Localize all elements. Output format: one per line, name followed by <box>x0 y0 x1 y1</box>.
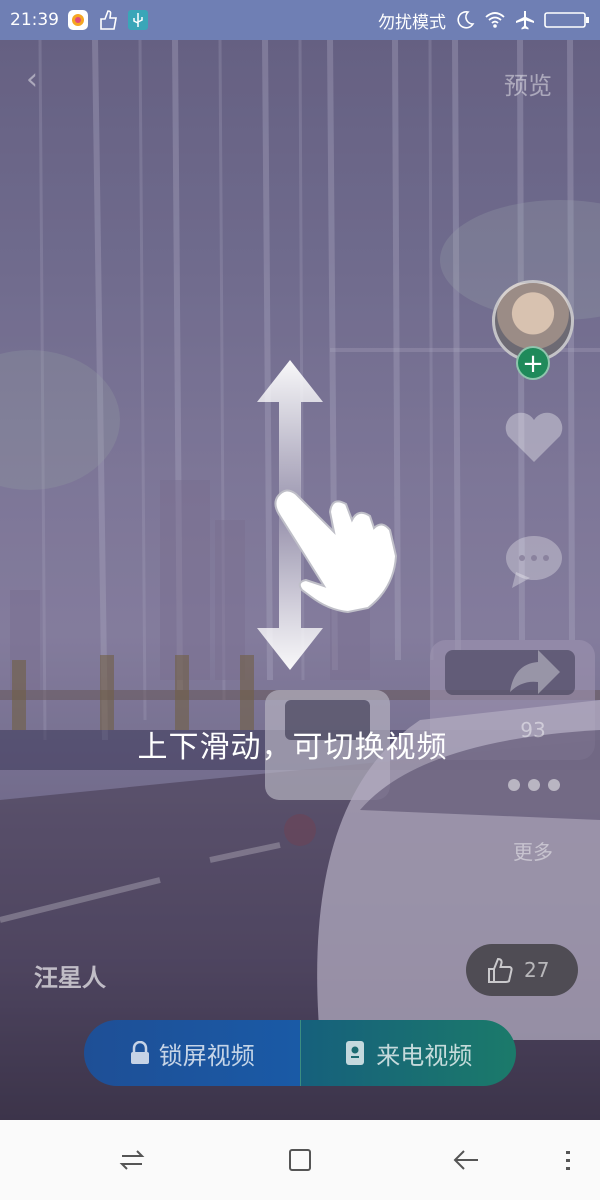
more-label[interactable]: 更多 <box>488 836 578 865</box>
like-button[interactable]: 27 <box>466 944 578 996</box>
phone-card-icon <box>346 1041 365 1065</box>
lock-icon <box>130 1041 149 1064</box>
share-icon[interactable] <box>500 642 568 702</box>
lock-screen-video-button[interactable]: 锁屏视频 <box>84 1020 300 1086</box>
video-player[interactable]: ‹ 预览 + 93 更多 上下滑动，可切换视频 汪星人 27 锁屏视频 来电视频 <box>0 40 600 1120</box>
swipe-hint-text: 上下滑动，可切换视频 <box>137 730 448 765</box>
thumb-icon <box>100 10 117 30</box>
follow-button[interactable]: + <box>516 346 550 380</box>
call-video-label: 来电视频 <box>376 1041 473 1070</box>
author-name[interactable]: 汪星人 <box>34 958 106 993</box>
back-button[interactable]: ‹ <box>26 62 62 102</box>
status-time: 21:39 <box>10 10 59 30</box>
home-icon[interactable] <box>284 1144 316 1176</box>
dnd-label: 勿扰模式 <box>378 12 446 33</box>
moon-icon <box>457 11 475 29</box>
battery-icon <box>544 12 589 28</box>
wifi-icon <box>485 12 505 28</box>
preview-button[interactable]: 预览 <box>504 66 552 101</box>
heart-icon[interactable] <box>500 408 568 468</box>
system-nav-bar <box>0 1120 600 1200</box>
status-bar: 21:39 勿扰模式 <box>0 0 600 40</box>
hand-pointer-icon <box>274 489 398 614</box>
airplane-icon <box>516 11 534 30</box>
thumbs-up-icon <box>488 957 513 983</box>
like-count: 27 <box>524 958 550 982</box>
menu-icon[interactable] <box>552 1144 584 1176</box>
action-bar: 锁屏视频 来电视频 <box>84 1020 516 1086</box>
switch-icon[interactable] <box>116 1144 148 1176</box>
comment-icon[interactable] <box>500 532 568 592</box>
lock-screen-video-label: 锁屏视频 <box>158 1041 255 1070</box>
app-photos-icon <box>68 10 88 30</box>
more-dots-icon[interactable] <box>500 770 568 800</box>
usb-icon <box>128 10 148 30</box>
call-video-button[interactable]: 来电视频 <box>299 1020 516 1086</box>
back-nav-icon[interactable] <box>450 1144 482 1176</box>
